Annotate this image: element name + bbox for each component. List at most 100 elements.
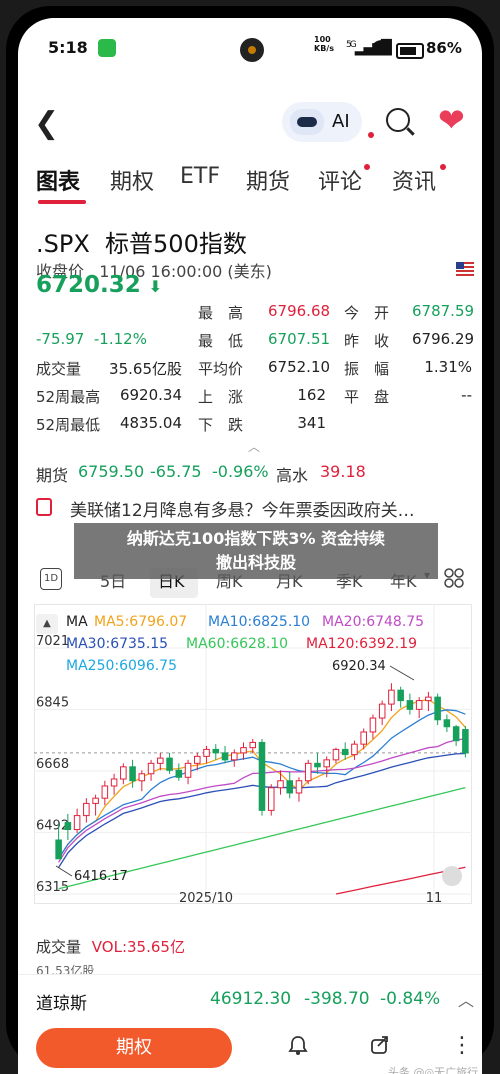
alert-bell-icon[interactable] bbox=[286, 1034, 310, 1058]
expand-chevron-icon[interactable]: ︿ bbox=[248, 438, 260, 455]
y-tick-label: 6492 bbox=[36, 818, 69, 833]
candle bbox=[425, 696, 432, 702]
battery-percent: 86% bbox=[426, 39, 462, 57]
wifi-icon bbox=[372, 38, 392, 58]
futures-change: -65.75 bbox=[150, 462, 202, 481]
ai-assistant-button[interactable]: AI bbox=[282, 102, 362, 142]
fall-value: 341 bbox=[297, 414, 326, 432]
ma250-label: MA250:6096.75 bbox=[66, 658, 177, 674]
candle bbox=[194, 755, 201, 764]
candle bbox=[240, 747, 247, 754]
favorite-heart-icon[interactable]: ❤ bbox=[438, 104, 465, 136]
candle bbox=[212, 748, 220, 754]
options-button[interactable]: 期权 bbox=[36, 1028, 232, 1068]
ma30-label: MA30:6735.15 bbox=[66, 636, 169, 652]
high-value: 6796.68 bbox=[268, 302, 331, 320]
nav-bar: ❮ AI ❤ bbox=[18, 98, 482, 146]
ma5-label: MA5:6796.07 bbox=[94, 614, 188, 630]
news-headline[interactable]: 美联储12月降息有多悬？今年票委因政府关… bbox=[36, 496, 476, 521]
flat-label: 平 盘 bbox=[344, 388, 390, 406]
wechat-icon bbox=[98, 39, 116, 57]
period-1d[interactable]: 1D bbox=[40, 568, 62, 590]
amplitude-label: 振 幅 bbox=[344, 360, 390, 378]
tab-etf[interactable]: ETF bbox=[180, 164, 220, 189]
ticker-name: 道琼斯 bbox=[36, 994, 87, 1014]
candle bbox=[249, 741, 257, 749]
last-price: 6720.32 ⬇ bbox=[36, 272, 162, 298]
volume-title: 成交量 bbox=[36, 938, 82, 956]
volume-label: 成交量 bbox=[36, 360, 82, 378]
grid-layout-icon[interactable] bbox=[444, 568, 464, 588]
rise-label: 上 涨 bbox=[198, 388, 244, 406]
avg-value: 6752.10 bbox=[268, 358, 331, 376]
avg-label: 平均价 bbox=[198, 360, 244, 378]
more-options-icon[interactable]: ⋮ bbox=[450, 1034, 474, 1058]
notification-dot bbox=[368, 132, 374, 138]
candle bbox=[462, 729, 469, 754]
low-annotation: 6416.17 bbox=[74, 869, 128, 884]
candle bbox=[277, 780, 284, 789]
wk52-high-value: 6920.34 bbox=[119, 386, 182, 404]
tab-options[interactable]: 期权 bbox=[110, 164, 154, 196]
overlay-line-1: 纳斯达克100指数下跌3% 资金持续 bbox=[126, 529, 386, 548]
open-value: 6787.59 bbox=[412, 302, 475, 320]
candle bbox=[92, 797, 99, 804]
tab-news[interactable]: 资讯 bbox=[392, 164, 436, 196]
tab-underline bbox=[38, 200, 86, 204]
candle bbox=[83, 802, 90, 817]
back-icon[interactable]: ❮ bbox=[34, 106, 59, 141]
ticker-change: -398.70 bbox=[304, 989, 370, 1009]
down-arrow-icon: ⬇ bbox=[148, 277, 163, 296]
candle bbox=[295, 780, 303, 794]
high-annotation: 6920.34 bbox=[332, 659, 386, 674]
watermark: 头条 @◎无广旅行 bbox=[388, 1066, 479, 1074]
ma60-label: MA60:6628.10 bbox=[186, 636, 289, 652]
network-speed: 100 KB/s bbox=[314, 35, 334, 53]
wk52-low-label: 52周最低 bbox=[36, 416, 101, 434]
share-icon[interactable] bbox=[368, 1034, 392, 1058]
front-camera bbox=[240, 38, 264, 62]
tab-futures[interactable]: 期货 bbox=[246, 164, 290, 196]
volume-value: 35.65亿股 bbox=[109, 360, 182, 378]
candle bbox=[147, 762, 155, 775]
candle bbox=[203, 748, 210, 757]
overlay-line-2: 撤出科技股 bbox=[215, 553, 296, 572]
index-ticker[interactable]: 道琼斯 46912.30 -398.70 -0.84% ︿ bbox=[18, 974, 482, 1023]
candle bbox=[286, 780, 294, 794]
candle bbox=[166, 757, 173, 771]
tab-chart[interactable]: 图表 bbox=[36, 164, 80, 196]
ticker-price: 46912.30 bbox=[210, 989, 292, 1009]
clock: 5:18 bbox=[48, 38, 88, 57]
candle bbox=[221, 752, 229, 761]
ma-toggle-icon[interactable]: ▲ bbox=[36, 614, 58, 634]
candle bbox=[110, 778, 118, 787]
bottom-bar: 期权 ⋮ 头条 @◎无广旅行 bbox=[18, 1024, 482, 1074]
phone-frame: 5:18 100 KB/s 5G▂▄▆█ 86% ❮ AI ❤ 图表 期权 ETF… bbox=[6, 6, 494, 1074]
candle bbox=[120, 766, 127, 780]
rise-value: 162 bbox=[297, 386, 326, 404]
instrument-title: .SPX 标普500指数 bbox=[36, 230, 247, 258]
candle bbox=[332, 748, 340, 761]
ma120-label: MA120:6392.19 bbox=[306, 636, 417, 652]
candle bbox=[138, 773, 146, 782]
fall-label: 下 跌 bbox=[198, 416, 244, 434]
futures-pct: -0.96% bbox=[212, 462, 269, 481]
candle bbox=[258, 741, 266, 811]
volume-header: 成交量 VOL:35.65亿 bbox=[36, 936, 185, 957]
price-value: 6720.32 bbox=[36, 272, 141, 298]
candle bbox=[397, 689, 404, 702]
futures-label: 期货 bbox=[36, 466, 69, 485]
low-value: 6707.51 bbox=[268, 330, 331, 348]
search-icon[interactable] bbox=[386, 108, 410, 132]
ma20-label: MA20:6748.75 bbox=[322, 614, 425, 630]
candle bbox=[314, 762, 321, 768]
candle bbox=[443, 719, 451, 728]
y-tick-label: 6845 bbox=[36, 695, 69, 710]
futures-row[interactable]: 期货 6759.50 -65.75 -0.96% 高水 39.18 bbox=[36, 462, 476, 485]
tab-comments[interactable]: 评论 bbox=[318, 164, 362, 196]
candle bbox=[415, 700, 423, 710]
candle bbox=[73, 815, 81, 831]
chevron-up-icon[interactable]: ︿ bbox=[458, 987, 474, 1011]
premium-value: 39.18 bbox=[320, 462, 366, 481]
status-bar: 5:18 100 KB/s 5G▂▄▆█ 86% bbox=[18, 35, 482, 64]
